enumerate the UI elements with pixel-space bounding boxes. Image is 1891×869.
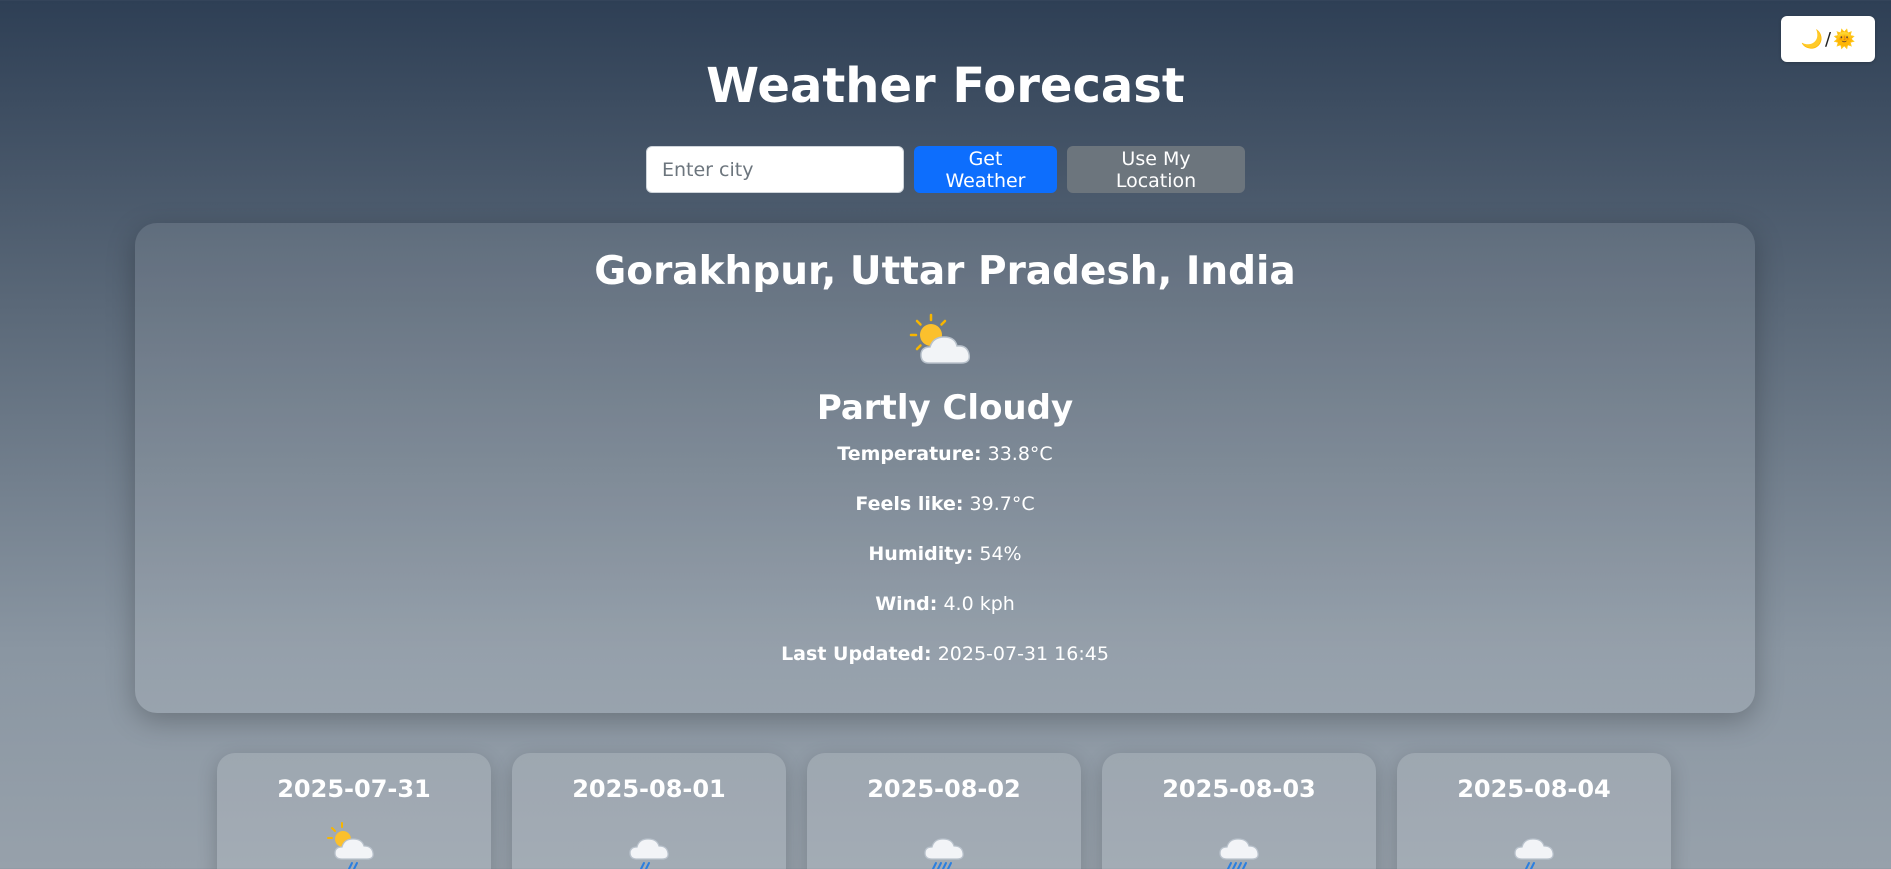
feels-like-row: Feels like: 39.7°C xyxy=(135,493,1755,515)
city-search-input[interactable] xyxy=(646,146,904,193)
forecast-card[interactable]: 2025-08-02 xyxy=(807,753,1081,869)
wind-row: Wind: 4.0 kph xyxy=(135,593,1755,615)
wind-value: 4.0 kph xyxy=(943,593,1015,615)
theme-toggle-separator: / xyxy=(1824,28,1832,50)
forecast-date: 2025-07-31 xyxy=(277,775,431,803)
forecast-date: 2025-08-03 xyxy=(1162,775,1316,803)
search-bar: Get Weather Use My Location xyxy=(0,146,1891,193)
location-title: Gorakhpur, Uttar Pradesh, India xyxy=(594,249,1296,294)
sun-icon: 🌞 xyxy=(1833,28,1856,50)
feels-like-value: 39.7°C xyxy=(969,493,1035,515)
forecast-card[interactable]: 2025-07-31 xyxy=(217,753,491,869)
last-updated-label: Last Updated: xyxy=(781,643,932,665)
forecast-card[interactable]: 2025-08-01 xyxy=(512,753,786,869)
forecast-card[interactable]: 2025-08-04 xyxy=(1397,753,1671,869)
humidity-row: Humidity: 54% xyxy=(135,543,1755,565)
wind-label: Wind: xyxy=(875,593,938,615)
current-weather-card: Gorakhpur, Uttar Pradesh, India Partly C… xyxy=(135,223,1755,713)
last-updated-value: 2025-07-31 16:45 xyxy=(937,643,1109,665)
humidity-value: 54% xyxy=(979,543,1022,565)
forecast-date: 2025-08-02 xyxy=(867,775,1021,803)
last-updated-row: Last Updated: 2025-07-31 16:45 xyxy=(135,643,1755,665)
partly-cloudy-icon xyxy=(909,313,971,364)
temperature-row: Temperature: 33.8°C xyxy=(135,443,1755,465)
light-rain-icon xyxy=(629,838,669,869)
temperature-value: 33.8°C xyxy=(987,443,1053,465)
theme-toggle-button[interactable]: 🌙 / 🌞 xyxy=(1781,16,1875,62)
heavy-rain-icon xyxy=(924,838,964,869)
temperature-label: Temperature: xyxy=(837,443,982,465)
light-rain-icon xyxy=(1514,838,1554,869)
forecast-date: 2025-08-01 xyxy=(572,775,726,803)
page-title: Weather Forecast xyxy=(706,58,1185,114)
forecast-card[interactable]: 2025-08-03 xyxy=(1102,753,1376,869)
get-weather-button[interactable]: Get Weather xyxy=(914,146,1057,193)
moon-icon: 🌙 xyxy=(1800,28,1823,50)
forecast-row: 2025-07-31 2025-08-01 2025-08-02 2025-08… xyxy=(217,753,1671,869)
sun-cloud-rain-icon xyxy=(327,822,374,869)
forecast-date: 2025-08-04 xyxy=(1457,775,1611,803)
use-my-location-button[interactable]: Use My Location xyxy=(1067,146,1245,193)
weather-condition: Partly Cloudy xyxy=(816,388,1074,428)
humidity-label: Humidity: xyxy=(868,543,974,565)
feels-like-label: Feels like: xyxy=(855,493,964,515)
heavy-rain-icon xyxy=(1219,838,1259,869)
